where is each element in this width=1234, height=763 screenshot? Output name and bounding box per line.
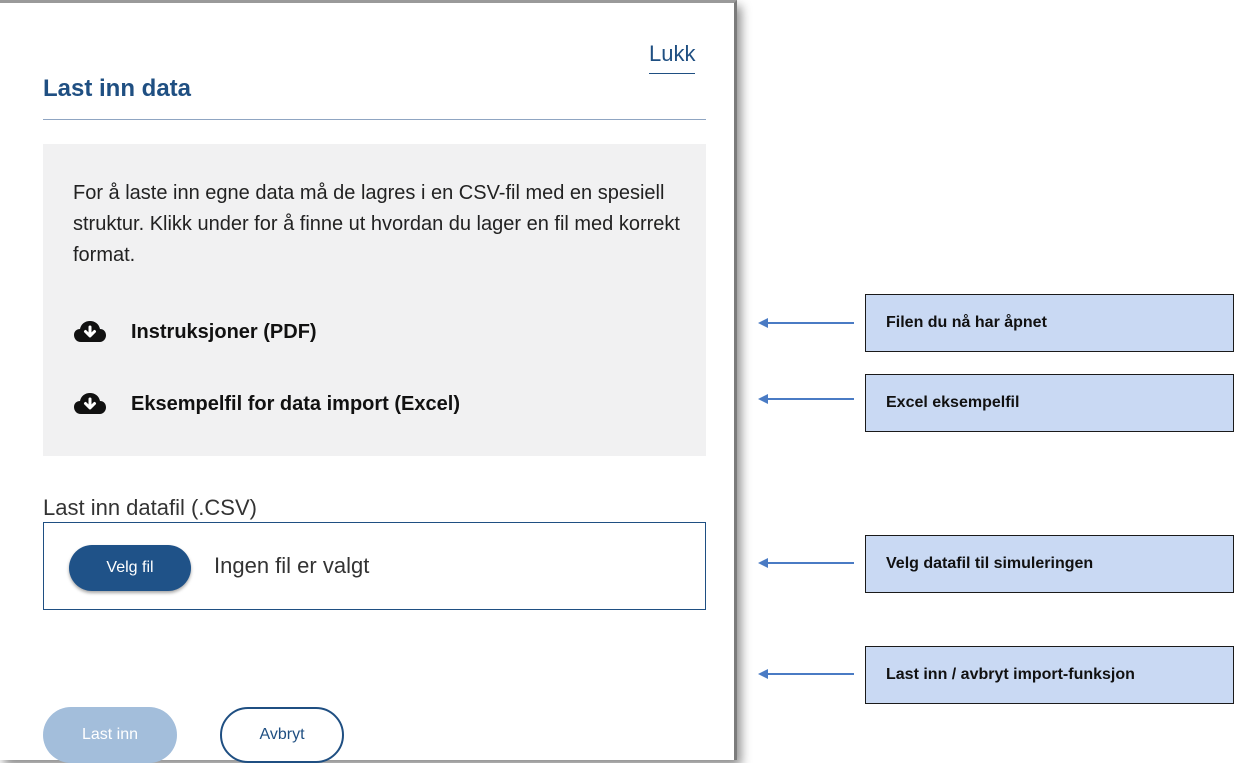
cancel-button[interactable]: Avbryt	[220, 707, 344, 763]
info-text: For å laste inn egne data må de lagres i…	[73, 182, 680, 266]
annotation-arrow	[758, 558, 854, 568]
example-file-label: Eksempelfil for data import (Excel)	[131, 392, 460, 415]
load-button[interactable]: Last inn	[43, 707, 177, 763]
cloud-download-icon	[73, 392, 107, 416]
annotation-callout: Last inn / avbryt import-funksjon	[865, 646, 1234, 704]
instructions-pdf-label: Instruksjoner (PDF)	[131, 320, 317, 343]
annotation-callout: Velg datafil til simuleringen	[865, 535, 1234, 593]
annotation-callout: Excel eksempelfil	[865, 374, 1234, 432]
dialog-title: Last inn data	[43, 75, 192, 102]
annotation-arrow	[758, 318, 854, 328]
file-upload-label: Last inn datafil (.CSV)	[43, 495, 257, 520]
annotation-arrow	[758, 669, 854, 679]
load-data-dialog: Lukk Last inn data For å laste inn egne …	[0, 0, 737, 763]
file-upload-field: Velg fil Ingen fil er valgt	[43, 522, 706, 610]
instructions-pdf-link[interactable]: Instruksjoner (PDF)	[73, 320, 317, 344]
title-divider	[43, 119, 706, 120]
cloud-download-icon	[73, 320, 107, 344]
annotation-callout: Filen du nå har åpnet	[865, 294, 1234, 352]
choose-file-button[interactable]: Velg fil	[69, 545, 191, 591]
close-link[interactable]: Lukk	[649, 41, 696, 74]
file-status-text: Ingen fil er valgt	[214, 553, 370, 578]
annotation-arrow	[758, 394, 854, 404]
example-file-link[interactable]: Eksempelfil for data import (Excel)	[73, 392, 460, 416]
info-panel: For å laste inn egne data må de lagres i…	[43, 144, 706, 456]
